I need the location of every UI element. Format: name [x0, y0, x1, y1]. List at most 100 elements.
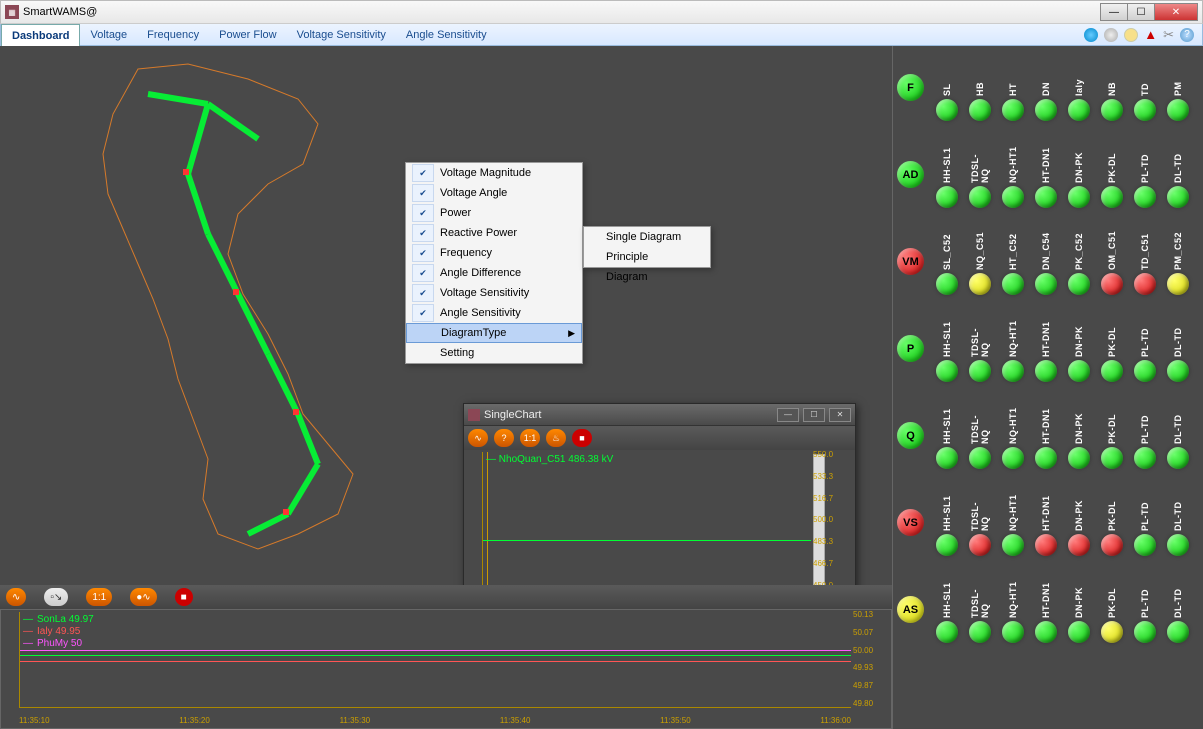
indicator-cell-nq-ht1[interactable]: NQ-HT1 [1000, 315, 1026, 382]
indicator-cell-hh-sl1[interactable]: HH-SL1 [934, 489, 960, 556]
bt-tool-zoom-icon[interactable]: 1:1 [86, 588, 112, 606]
indicator-cell-dn_c54[interactable]: DN_C54 [1033, 228, 1059, 295]
indicator-cell-nb[interactable]: NB [1099, 54, 1125, 121]
indicator-badge-as[interactable]: AS [897, 596, 924, 623]
folder-icon[interactable] [1124, 28, 1138, 42]
indicator-cell-pk-dl[interactable]: PK-DL [1099, 141, 1125, 208]
sc-tool-stop-icon[interactable]: ■ [572, 429, 592, 447]
indicator-cell-pl-td[interactable]: PL-TD [1132, 402, 1158, 469]
indicator-cell-tdsl-nq[interactable]: TDSL-NQ [967, 141, 993, 208]
indicator-cell-tdsl-nq[interactable]: TDSL-NQ [967, 402, 993, 469]
indicator-cell-ht-dn1[interactable]: HT-DN1 [1033, 402, 1059, 469]
maximize-button[interactable]: ☐ [1127, 3, 1155, 21]
stop-icon[interactable] [1104, 28, 1118, 42]
indicator-cell-dl-td[interactable]: DL-TD [1165, 402, 1191, 469]
indicator-badge-ad[interactable]: AD [897, 161, 924, 188]
bt-tool-stop-icon[interactable]: ■ [175, 588, 193, 606]
indicator-cell-nq-ht1[interactable]: NQ-HT1 [1000, 489, 1026, 556]
indicator-cell-hh-sl1[interactable]: HH-SL1 [934, 576, 960, 643]
indicator-cell-ialy[interactable]: Ialy [1066, 54, 1092, 121]
context-menu[interactable]: ✔Voltage Magnitude✔Voltage Angle✔Power✔R… [405, 162, 583, 364]
menu-item-dashboard[interactable]: Dashboard [1, 24, 80, 46]
indicator-cell-pl-td[interactable]: PL-TD [1132, 141, 1158, 208]
menu-item-angle-sensitivity[interactable]: Angle Sensitivity [396, 24, 497, 46]
ctx-item-frequency[interactable]: ✔Frequency [406, 243, 582, 263]
indicator-cell-dn-pk[interactable]: DN-PK [1066, 576, 1092, 643]
indicator-cell-pk-dl[interactable]: PK-DL [1099, 315, 1125, 382]
indicator-badge-f[interactable]: F [897, 74, 924, 101]
indicator-cell-dn-pk[interactable]: DN-PK [1066, 489, 1092, 556]
bt-tool-wave-icon[interactable]: ∿ [6, 588, 26, 606]
indicator-cell-nq-ht1[interactable]: NQ-HT1 [1000, 141, 1026, 208]
indicator-cell-ht-dn1[interactable]: HT-DN1 [1033, 141, 1059, 208]
help-icon[interactable]: ? [1180, 28, 1194, 42]
play-icon[interactable] [1084, 28, 1098, 42]
sc-tool-fire-icon[interactable]: ♨ [546, 429, 566, 447]
indicator-cell-ht-dn1[interactable]: HT-DN1 [1033, 489, 1059, 556]
indicator-cell-dn-pk[interactable]: DN-PK [1066, 315, 1092, 382]
indicator-cell-ht-dn1[interactable]: HT-DN1 [1033, 576, 1059, 643]
indicator-cell-ht-dn1[interactable]: HT-DN1 [1033, 315, 1059, 382]
indicator-cell-hh-sl1[interactable]: HH-SL1 [934, 402, 960, 469]
ctx-item-setting[interactable]: Setting [406, 343, 582, 363]
indicator-cell-dl-td[interactable]: DL-TD [1165, 315, 1191, 382]
indicator-cell-dn-pk[interactable]: DN-PK [1066, 402, 1092, 469]
sc-tool-help-icon[interactable]: ? [494, 429, 514, 447]
indicator-cell-sl[interactable]: SL [934, 54, 960, 121]
indicator-cell-sl_c52[interactable]: SL_C52 [934, 228, 960, 295]
indicator-cell-ht_c52[interactable]: HT_C52 [1000, 228, 1026, 295]
ctx-item-diagramtype[interactable]: DiagramType▶ [406, 323, 582, 343]
bt-tool-chart-icon[interactable]: ●∿ [130, 588, 156, 606]
indicator-cell-td[interactable]: TD [1132, 54, 1158, 121]
indicator-cell-hh-sl1[interactable]: HH-SL1 [934, 315, 960, 382]
submenu-item-single-diagram[interactable]: Single Diagram [584, 227, 710, 247]
indicator-badge-q[interactable]: Q [897, 422, 924, 449]
indicator-cell-dl-td[interactable]: DL-TD [1165, 576, 1191, 643]
ctx-item-reactive-power[interactable]: ✔Reactive Power [406, 223, 582, 243]
sc-tool-zoom-icon[interactable]: 1:1 [520, 429, 540, 447]
tools-icon[interactable]: ✂ [1163, 27, 1174, 43]
indicator-cell-pk-dl[interactable]: PK-DL [1099, 489, 1125, 556]
ctx-item-voltage-sensitivity[interactable]: ✔Voltage Sensitivity [406, 283, 582, 303]
indicator-cell-pl-td[interactable]: PL-TD [1132, 315, 1158, 382]
indicator-cell-tdsl-nq[interactable]: TDSL-NQ [967, 315, 993, 382]
ctx-item-voltage-magnitude[interactable]: ✔Voltage Magnitude [406, 163, 582, 183]
minimize-button[interactable]: — [1100, 3, 1128, 21]
indicator-cell-dn[interactable]: DN [1033, 54, 1059, 121]
indicator-cell-tdsl-nq[interactable]: TDSL-NQ [967, 576, 993, 643]
submenu-item-principle-diagram[interactable]: Principle Diagram [584, 247, 710, 267]
menu-item-voltage-sensitivity[interactable]: Voltage Sensitivity [287, 24, 396, 46]
close-button[interactable]: ✕ [1154, 3, 1198, 21]
warning-icon[interactable]: ▲ [1144, 27, 1157, 42]
indicator-badge-vm[interactable]: VM [897, 248, 924, 275]
menu-item-voltage[interactable]: Voltage [80, 24, 137, 46]
ctx-item-voltage-angle[interactable]: ✔Voltage Angle [406, 183, 582, 203]
singlechart-titlebar[interactable]: SingleChart — ☐ ✕ [464, 404, 855, 426]
indicator-cell-pl-td[interactable]: PL-TD [1132, 576, 1158, 643]
sc-close-button[interactable]: ✕ [829, 408, 851, 422]
indicator-cell-pm[interactable]: PM [1165, 54, 1191, 121]
context-submenu[interactable]: Single DiagramPrinciple Diagram [583, 226, 711, 268]
sc-tool-wave-icon[interactable]: ∿ [468, 429, 488, 447]
indicator-cell-td_c51[interactable]: TD_C51 [1132, 228, 1158, 295]
ctx-item-angle-sensitivity[interactable]: ✔Angle Sensitivity [406, 303, 582, 323]
indicator-cell-pl-td[interactable]: PL-TD [1132, 489, 1158, 556]
ctx-item-angle-difference[interactable]: ✔Angle Difference [406, 263, 582, 283]
indicator-cell-pk-dl[interactable]: PK-DL [1099, 576, 1125, 643]
menu-item-power-flow[interactable]: Power Flow [209, 24, 286, 46]
sc-minimize-button[interactable]: — [777, 408, 799, 422]
ctx-item-power[interactable]: ✔Power [406, 203, 582, 223]
indicator-cell-hh-sl1[interactable]: HH-SL1 [934, 141, 960, 208]
indicator-cell-hb[interactable]: HB [967, 54, 993, 121]
indicator-cell-nq_c51[interactable]: NQ_C51 [967, 228, 993, 295]
indicator-cell-dl-td[interactable]: DL-TD [1165, 489, 1191, 556]
indicator-cell-nq-ht1[interactable]: NQ-HT1 [1000, 402, 1026, 469]
indicator-cell-dn-pk[interactable]: DN-PK [1066, 141, 1092, 208]
indicator-cell-dl-td[interactable]: DL-TD [1165, 141, 1191, 208]
indicator-cell-pk-dl[interactable]: PK-DL [1099, 402, 1125, 469]
indicator-cell-pk_c52[interactable]: PK_C52 [1066, 228, 1092, 295]
menu-item-frequency[interactable]: Frequency [137, 24, 209, 46]
bt-tool-select-icon[interactable]: ▫↘ [44, 588, 68, 606]
indicator-cell-tdsl-nq[interactable]: TDSL-NQ [967, 489, 993, 556]
indicator-cell-pm_c52[interactable]: PM_C52 [1165, 228, 1191, 295]
